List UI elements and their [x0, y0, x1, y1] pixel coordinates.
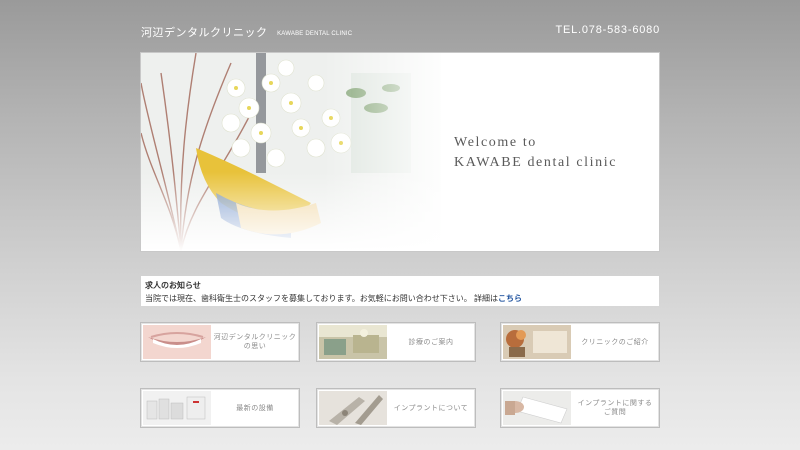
clinic-interior-photo: [503, 325, 571, 359]
tile-label: 河辺デンタルクリニックの思い: [213, 334, 297, 350]
smile-photo: [143, 325, 211, 359]
consultation-photo: [503, 391, 571, 425]
welcome-line-1: Welcome to: [454, 135, 537, 150]
tile-label: インプラントについて: [393, 404, 469, 412]
tile-clinic-intro[interactable]: クリニックのご紹介: [500, 322, 660, 362]
tile-label: クリニックのご紹介: [581, 338, 649, 346]
clinic-title[interactable]: 河辺デンタルクリニック KAWABE DENTAL CLINIC: [141, 24, 352, 40]
clinic-name-en: KAWABE DENTAL CLINIC: [277, 31, 353, 37]
equipment-photo: [143, 391, 211, 425]
tile-treatment-info[interactable]: 診療のご案内: [316, 322, 476, 362]
phone-number: TEL.078-583-6080: [555, 24, 660, 36]
notice-text: 当院では現在、歯科衛生士のスタッフを募集しております。お気軽にお問い合わせ下さい…: [145, 294, 498, 303]
notice-title: 求人のお知らせ: [145, 281, 201, 290]
tile-label: 最新の設備: [236, 404, 274, 412]
tile-label: 診療のご案内: [408, 338, 454, 346]
tile-latest-equipment[interactable]: 最新の設備: [140, 388, 300, 428]
welcome-text: Welcome to KAWABE dental clinic: [454, 133, 617, 173]
recruit-notice: 求人のお知らせ 当院では現在、歯科衛生士のスタッフを募集しております。お気軽にお…: [141, 276, 659, 306]
tile-about-implants[interactable]: インプラントについて: [316, 388, 476, 428]
hero-banner: Welcome to KAWABE dental clinic: [141, 53, 659, 251]
implant-photo: [319, 391, 387, 425]
treatment-room-photo: [319, 325, 387, 359]
tile-implant-faq[interactable]: インプラントに関する ご質問: [500, 388, 660, 428]
notice-body: 当院では現在、歯科衛生士のスタッフを募集しております。お気軽にお問い合わせ下さい…: [145, 293, 522, 304]
tile-label: インプラントに関する ご質問: [577, 400, 653, 416]
welcome-line-2: KAWABE dental clinic: [454, 155, 618, 170]
tile-clinic-philosophy[interactable]: 河辺デンタルクリニックの思い: [140, 322, 300, 362]
clinic-name-jp: 河辺デンタルクリニック: [141, 27, 268, 39]
details-link[interactable]: こちら: [498, 294, 522, 303]
